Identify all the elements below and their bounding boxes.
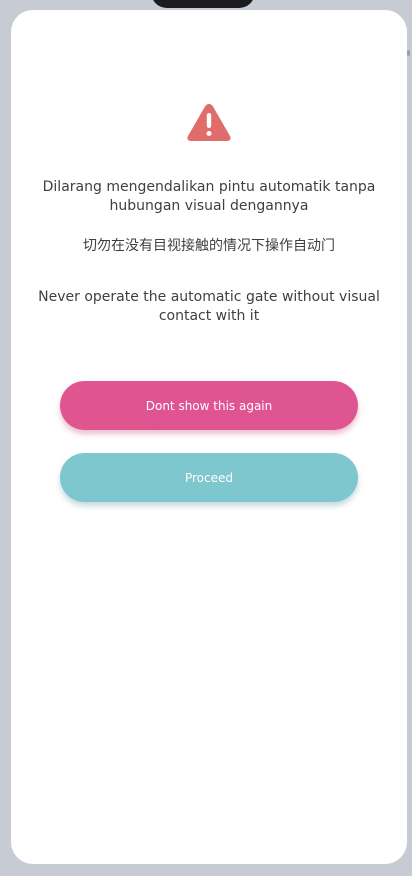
dont-show-again-label: Dont show this again — [145, 398, 273, 413]
warning-message-english: Never operate the automatic gate without… — [38, 289, 380, 324]
warning-triangle-icon — [187, 104, 231, 141]
warning-message-malay: Dilarang mengendalikan pintu automatik t… — [42, 179, 376, 214]
warning-dialog: Dilarang mengendalikan pintu automatik t… — [11, 10, 407, 864]
side-indicator — [407, 50, 410, 56]
proceed-label: Proceed — [184, 470, 234, 485]
warning-message-chinese: 切勿在没有目视接触的情况下操作自动门 — [83, 238, 335, 254]
proceed-button[interactable]: Proceed — [60, 453, 358, 502]
device-notch — [151, 0, 255, 8]
dont-show-again-button[interactable]: Dont show this again — [60, 381, 358, 430]
